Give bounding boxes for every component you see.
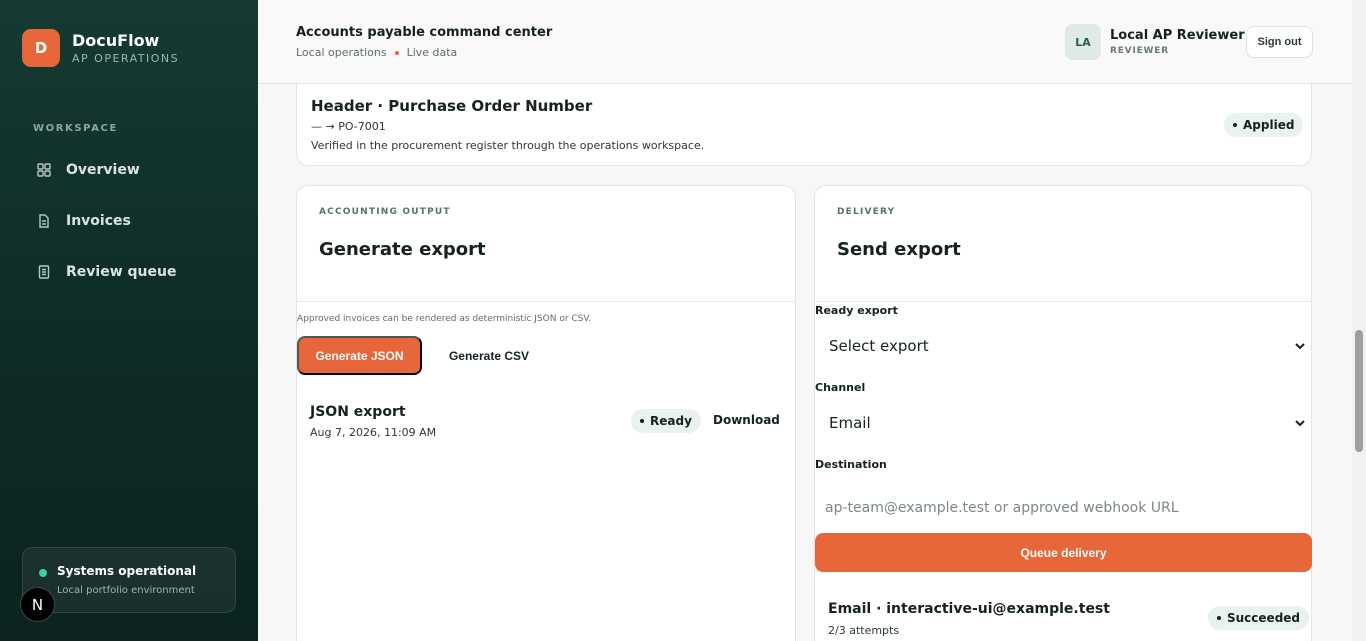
sidebar: D DocuFlow AP OPERATIONS WORKSPACE Overv… xyxy=(0,0,258,641)
channel-select[interactable]: Email xyxy=(815,405,1311,441)
page-title: Accounts payable command center xyxy=(296,25,553,40)
chevron-down-icon xyxy=(1293,339,1307,353)
user-role: REVIEWER xyxy=(1110,46,1169,56)
brand-subtitle: AP OPERATIONS xyxy=(72,52,180,65)
status-title: Systems operational xyxy=(57,564,197,578)
sidebar-nav: Overview Invoices Review queue xyxy=(24,146,234,299)
generate-csv-button[interactable]: Generate CSV xyxy=(434,336,544,375)
delivery-card: DELIVERY Send export Ready export Select… xyxy=(814,185,1312,641)
ready-export-label: Ready export xyxy=(815,304,898,317)
page-subtitle: Local operations Live data xyxy=(296,46,457,59)
grid-icon xyxy=(36,162,52,178)
devtools-badge[interactable]: N xyxy=(20,587,55,622)
sidebar-item-label: Review queue xyxy=(66,264,177,280)
avatar: LA xyxy=(1065,24,1101,60)
destination-label: Destination xyxy=(815,458,887,471)
document-icon xyxy=(36,213,52,229)
export-date: Aug 7, 2026, 11:09 AM xyxy=(310,426,437,439)
card-eyebrow: ACCOUNTING OUTPUT xyxy=(319,207,451,217)
download-link[interactable]: Download xyxy=(713,413,780,427)
subtitle-operations: Local operations xyxy=(296,46,387,59)
change-title: Header · Purchase Order Number xyxy=(311,97,593,115)
queue-delivery-button[interactable]: Queue delivery xyxy=(815,533,1312,572)
change-description: Verified in the procurement register thr… xyxy=(311,139,705,152)
topbar: Accounts payable command center Local op… xyxy=(258,0,1352,84)
live-dot xyxy=(394,50,399,55)
sidebar-item-invoices[interactable]: Invoices xyxy=(24,197,234,245)
status-badge: Applied xyxy=(1224,113,1304,137)
sign-out-button[interactable]: Sign out xyxy=(1246,26,1313,58)
channel-label: Channel xyxy=(815,381,866,394)
status-indicator xyxy=(39,569,47,577)
selected-value: Select export xyxy=(829,337,929,355)
sidebar-item-label: Invoices xyxy=(66,213,131,229)
export-note: Approved invoices can be rendered as det… xyxy=(297,314,592,324)
chevron-down-icon xyxy=(1293,416,1307,430)
delivery-record-title: Email · interactive-ui@example.test xyxy=(828,601,1110,617)
sidebar-item-label: Overview xyxy=(66,162,140,178)
header-change-card: Header · Purchase Order Number — → PO-70… xyxy=(296,84,1312,166)
export-title: JSON export xyxy=(310,404,406,420)
delivery-attempts: 2/3 attempts xyxy=(828,624,900,637)
list-document-icon xyxy=(36,264,52,280)
card-eyebrow: DELIVERY xyxy=(837,207,896,217)
workspace-section-label: WORKSPACE xyxy=(33,123,118,134)
card-title: Send export xyxy=(837,239,961,260)
generate-json-button[interactable]: Generate JSON xyxy=(297,336,422,375)
destination-input[interactable] xyxy=(815,488,1311,528)
status-badge: Succeeded xyxy=(1208,606,1310,630)
page-scrollbar[interactable] xyxy=(1352,0,1366,641)
subtitle-live: Live data xyxy=(406,46,458,59)
card-title: Generate export xyxy=(319,239,486,260)
divider xyxy=(815,301,1311,302)
sidebar-item-review-queue[interactable]: Review queue xyxy=(24,248,234,296)
brand-name: DocuFlow xyxy=(72,31,160,50)
status-badge: Ready xyxy=(631,409,701,433)
selected-value: Email xyxy=(829,414,871,432)
brand-logo: D xyxy=(22,29,60,67)
status-subtitle: Local portfolio environment xyxy=(57,585,195,596)
brand[interactable]: D DocuFlow AP OPERATIONS xyxy=(22,29,179,67)
scrollbar-thumb[interactable] xyxy=(1355,330,1363,452)
sidebar-item-overview[interactable]: Overview xyxy=(24,146,234,194)
divider xyxy=(297,301,795,302)
ready-export-select[interactable]: Select export xyxy=(815,328,1311,364)
accounting-output-card: ACCOUNTING OUTPUT Generate export Approv… xyxy=(296,185,796,641)
change-value: — → PO-7001 xyxy=(311,120,386,133)
user-name: Local AP Reviewer xyxy=(1110,28,1245,43)
